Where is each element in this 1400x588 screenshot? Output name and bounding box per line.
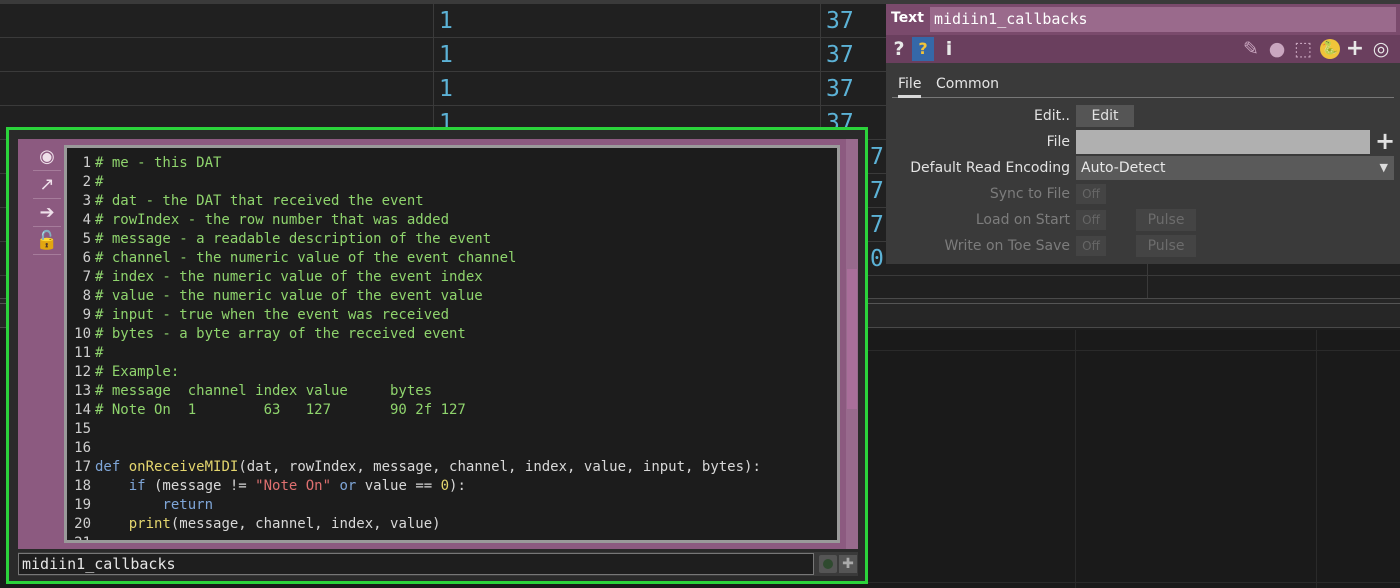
parameter-tabs: File Common <box>892 72 1394 98</box>
table-cell: 37 <box>826 8 854 34</box>
table-cell: 1 <box>439 8 453 34</box>
load-pulse-button[interactable]: Pulse <box>1136 209 1196 231</box>
param-label: File <box>1046 134 1070 150</box>
tab-file[interactable]: File <box>898 72 922 98</box>
parameter-iconbar: ? ? i ✎ ● ⬚ 🐍 + ◎ <box>886 35 1400 63</box>
encoding-value: Auto-Detect <box>1081 160 1166 176</box>
comment-icon[interactable]: ● <box>1266 37 1288 61</box>
code-line: 14 # Note On 1 63 127 90 2f 127 <box>74 402 466 418</box>
code-line: 8 # value - the numeric value of the even… <box>82 288 483 304</box>
editor-status-bar: midiin1_callbacks ✚ <box>18 552 858 576</box>
file-browse-plus-icon[interactable]: + <box>1374 129 1396 154</box>
code-line: 7 # index - the numeric value of the even… <box>82 269 483 285</box>
table-cell: 37 <box>826 42 854 68</box>
code-editor[interactable]: 1 # me - this DAT 2 # 3 # dat - the DAT tha… <box>64 145 840 543</box>
param-row-file: File + <box>886 129 1400 154</box>
code-line: 5 # message - a readable description of t… <box>82 231 492 247</box>
load-on-start-toggle[interactable]: Off <box>1076 210 1106 230</box>
write-on-toe-save-toggle[interactable]: Off <box>1076 236 1106 256</box>
operator-name-field[interactable]: midiin1_callbacks <box>930 7 1396 32</box>
param-label: Default Read Encoding <box>910 160 1070 176</box>
write-pulse-button[interactable]: Pulse <box>1136 235 1196 257</box>
parameter-panel: Text midiin1_callbacks ? ? i ✎ ● ⬚ 🐍 + ◎… <box>886 4 1400 264</box>
help-icon[interactable]: ? <box>888 37 910 61</box>
sync-to-file-toggle[interactable]: Off <box>1076 184 1106 204</box>
code-line: 3 # dat - the DAT that received the event <box>82 193 424 209</box>
code-line: 11 # <box>74 345 104 361</box>
code-line: 16 <box>74 440 91 456</box>
code-line: 15 <box>74 421 91 437</box>
arrow-right-icon[interactable]: ➔ <box>33 199 61 227</box>
table-cell: 37 <box>826 76 854 102</box>
encoding-dropdown[interactable]: Auto-Detect ▼ <box>1076 156 1394 180</box>
parameter-titlebar: Text midiin1_callbacks <box>886 4 1400 35</box>
scrollbar-thumb[interactable] <box>847 269 857 409</box>
table-cell: 7 <box>870 144 884 170</box>
text-editor-window: ◉ ↗ ➔ 🔓 1 # me - this DAT 2 # 3 # dat - the… <box>6 127 868 584</box>
param-row-sync: Sync to File Off <box>886 182 1400 206</box>
edit-icon[interactable]: ✎ <box>1240 37 1262 61</box>
code-line: 18 if (message != "Note On" or value == … <box>74 478 466 494</box>
code-line: 21 <box>74 535 91 543</box>
file-path-input[interactable] <box>1076 130 1370 154</box>
param-label: Write on Toe Save <box>944 238 1070 254</box>
code-line: 10 # bytes - a byte array of the received… <box>74 326 466 342</box>
editor-scrollbar[interactable] <box>846 139 858 549</box>
param-row-write: Write on Toe Save Off Pulse <box>886 234 1400 258</box>
lock-icon[interactable]: 🔓 <box>33 227 61 255</box>
info-icon[interactable]: i <box>938 37 960 61</box>
table-cell: 0 <box>870 246 884 272</box>
editor-name-field[interactable]: midiin1_callbacks <box>18 553 814 575</box>
param-row-encoding: Default Read Encoding Auto-Detect ▼ <box>886 156 1400 180</box>
viewer-icon[interactable]: ◎ <box>1370 37 1392 61</box>
target-icon[interactable]: ◉ <box>33 143 61 171</box>
code-line: 1 # me - this DAT <box>82 155 222 171</box>
param-row-edit: Edit.. Edit <box>886 104 1400 128</box>
chevron-down-icon: ▼ <box>1379 161 1388 174</box>
python-icon[interactable]: 🐍 <box>1320 39 1340 59</box>
code-line: 6 # channel - the numeric value of the ev… <box>82 250 517 266</box>
code-line: 12 # Example: <box>74 364 180 380</box>
table-cell: 1 <box>439 76 453 102</box>
editor-panel: ◉ ↗ ➔ 🔓 1 # me - this DAT 2 # 3 # dat - the… <box>18 139 858 549</box>
add-icon[interactable]: + <box>1344 37 1366 61</box>
editor-side-toolbar: ◉ ↗ ➔ 🔓 <box>18 139 64 549</box>
table-cell: 1 <box>439 42 453 68</box>
table-cell: 7 <box>870 178 884 204</box>
operator-type-label: Text <box>891 10 924 26</box>
edit-button[interactable]: Edit <box>1076 105 1134 127</box>
graph-icon[interactable]: ↗ <box>33 171 61 199</box>
tab-common[interactable]: Common <box>936 72 999 98</box>
code-line: 19 return <box>74 497 214 513</box>
code-line: 2 # <box>82 174 104 190</box>
clone-icon[interactable]: ⬚ <box>1292 37 1314 61</box>
param-label: Edit.. <box>1033 108 1070 124</box>
param-row-load: Load on Start Off Pulse <box>886 208 1400 232</box>
param-label: Sync to File <box>989 186 1070 202</box>
pin-icon[interactable]: ✚ <box>839 555 857 573</box>
table-cell: 7 <box>870 212 884 238</box>
code-line: 20 print(message, channel, index, value) <box>74 516 441 532</box>
code-line: 4 # rowIndex - the row number that was ad… <box>82 212 450 228</box>
code-line: 17 def onReceiveMIDI(dat, rowIndex, messa… <box>74 459 761 475</box>
status-indicator-icon[interactable] <box>819 555 837 573</box>
code-line: 13 # message channel index value bytes <box>74 383 433 399</box>
code-line: 9 # input - true when the event was recei… <box>82 307 450 323</box>
python-help-icon[interactable]: ? <box>912 37 934 61</box>
param-label: Load on Start <box>975 212 1070 228</box>
